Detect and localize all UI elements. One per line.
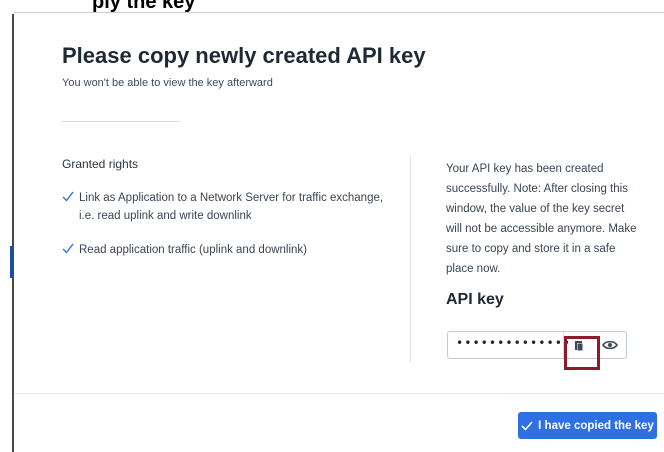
- granted-right-item: Read application traffic (uplink and dow…: [62, 241, 392, 259]
- confirm-copied-button[interactable]: I have copied the key: [518, 412, 657, 439]
- granted-right-label: Read application traffic (uplink and dow…: [79, 244, 308, 256]
- dialog-title: Please copy newly created API key: [62, 43, 426, 68]
- copy-button-highlight: [564, 336, 600, 370]
- title-divider: [62, 121, 180, 122]
- check-icon: [521, 420, 533, 431]
- column-divider: [410, 155, 411, 363]
- api-key-note: Your API key has been created successful…: [446, 163, 637, 275]
- api-key-label: API key: [446, 291, 504, 308]
- confirm-copied-label: I have copied the key: [538, 419, 654, 432]
- granted-rights-heading: Granted rights: [62, 157, 139, 171]
- check-icon: [62, 243, 74, 254]
- footer-divider: [14, 393, 664, 394]
- api-key-value[interactable]: ••••••••••••••••: [456, 336, 568, 350]
- check-icon: [62, 191, 74, 202]
- granted-right-item: Link as Application to a Network Server …: [62, 189, 392, 225]
- api-key-field[interactable]: ••••••••••••••••: [447, 331, 627, 359]
- granted-rights-list: Link as Application to a Network Server …: [62, 189, 392, 275]
- granted-right-label: Link as Application to a Network Server …: [79, 192, 384, 222]
- api-key-dialog: Please copy newly created API key You wo…: [14, 13, 664, 452]
- dialog-subtitle: You won't be able to view the key afterw…: [62, 77, 273, 89]
